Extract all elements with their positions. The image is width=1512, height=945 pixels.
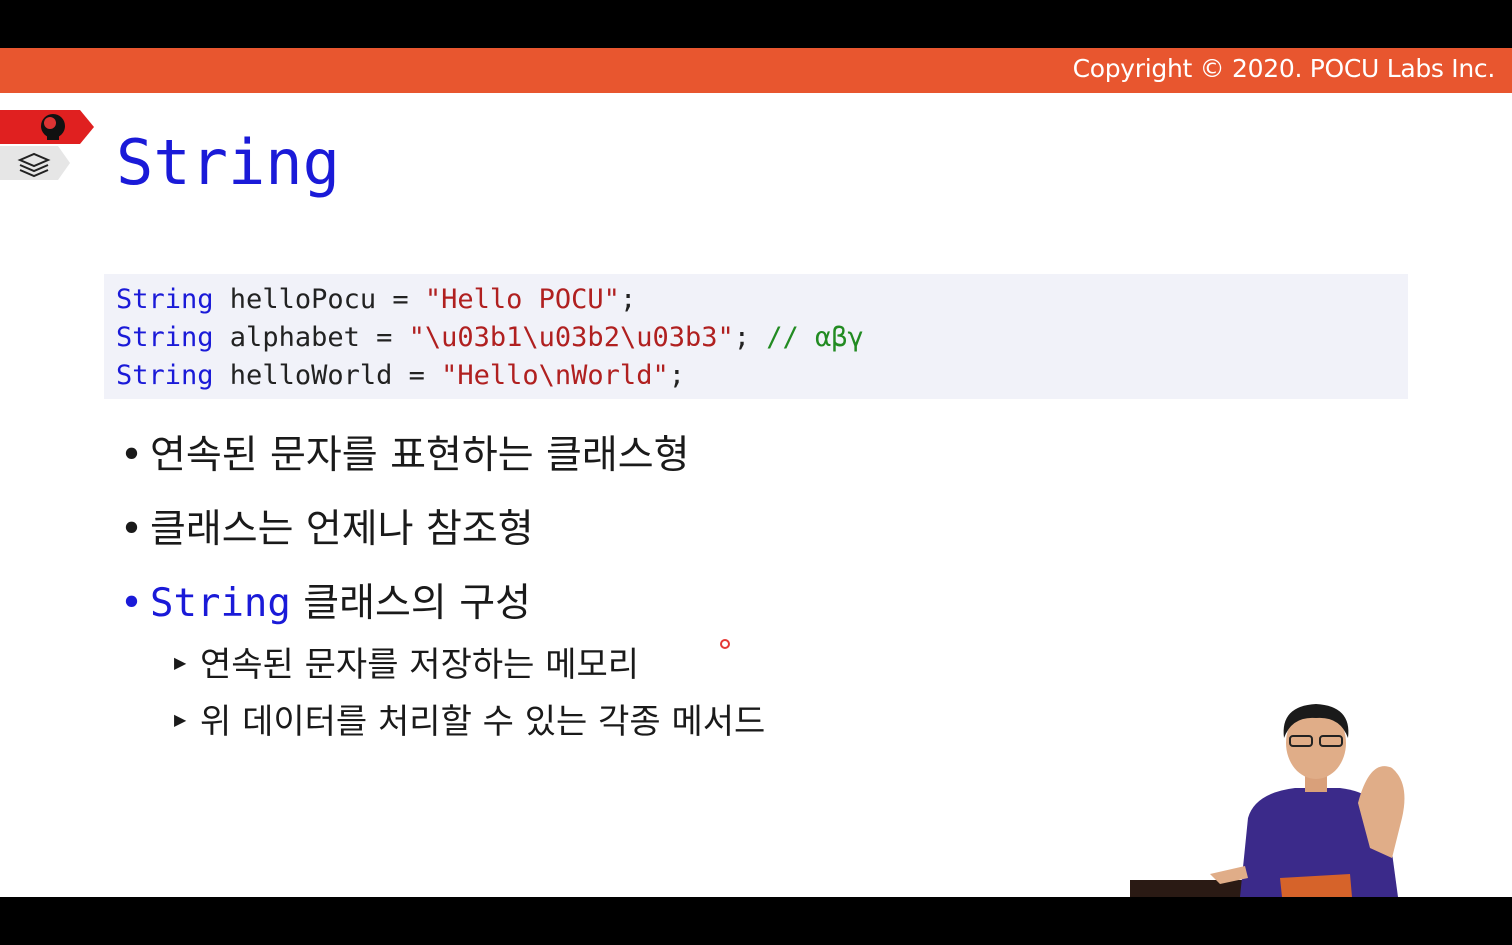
code-type: String [116,360,214,391]
sub-bullet-item: ▶ 연속된 문자를 저장하는 메모리 [174,648,639,682]
code-end: ; [668,360,685,391]
letterbox-top [0,0,1512,48]
code-var: helloWorld = [213,360,442,391]
bullet-text: 클래스의 구성 [290,581,531,626]
bullet-dot: • [120,581,144,626]
bullet-item: • 클래스는 언제나 참조형 [120,510,534,549]
code-end: ; [619,284,637,315]
laser-pointer-icon [720,639,730,649]
bullet-text: 클래스는 언제나 참조형 [150,507,534,552]
book-stack-icon [0,146,70,180]
code-string: "Hello\nWorld" [441,360,669,391]
code-var: helloPocu = [213,284,425,315]
code-type: String [116,284,214,315]
code-line: String helloPocu = "Hello POCU"; [116,286,636,313]
slide: Copyright © 2020. POCU Labs Inc. String … [0,48,1512,897]
copyright-text: Copyright © 2020. POCU Labs Inc. [1072,54,1496,83]
triangle-bullet-icon: ▶ [174,709,187,729]
code-var: alphabet = [213,322,409,353]
code-line: String helloWorld = "Hello\nWorld"; [116,362,685,389]
code-line: String alphabet = "\u03b1\u03b2\u03b3"; … [116,324,864,351]
slide-title: String [116,126,340,199]
letterbox-bottom [0,897,1512,945]
code-comment: // αβγ [766,322,864,353]
triangle-bullet-icon: ▶ [174,652,187,672]
bullet-keyword: String [150,581,291,626]
bullet-text: 연속된 문자를 표현하는 클래스형 [150,433,690,478]
sub-bullet-text: 연속된 문자를 저장하는 메모리 [200,645,640,685]
bullet-dot: • [120,507,144,552]
bullet-dot: • [120,433,144,478]
code-block: String helloPocu = "Hello POCU"; String … [104,274,1408,399]
brain-icon [0,110,94,144]
video-frame: Copyright © 2020. POCU Labs Inc. String … [0,0,1512,945]
code-string: "Hello POCU" [424,284,620,315]
sub-bullet-text: 위 데이터를 처리할 수 있는 각종 메서드 [200,702,766,742]
code-type: String [116,322,214,353]
sub-bullet-item: ▶ 위 데이터를 처리할 수 있는 각종 메서드 [174,705,765,739]
header-band: Copyright © 2020. POCU Labs Inc. [0,48,1512,93]
bullet-item: • String 클래스의 구성 [120,584,531,623]
bullet-item: • 연속된 문자를 표현하는 클래스형 [120,436,690,475]
code-end: ; [733,322,767,353]
code-string: "\u03b1\u03b2\u03b3" [408,322,734,353]
presenter-video [1130,704,1405,897]
